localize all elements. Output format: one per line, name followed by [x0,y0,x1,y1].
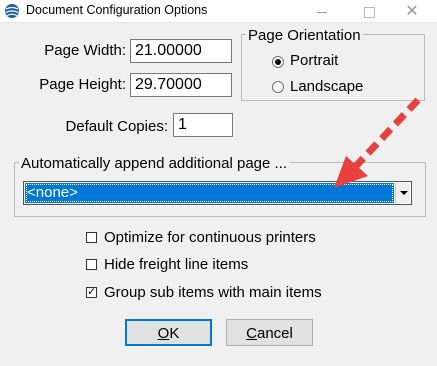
cancel-accel: C [246,325,257,342]
app-globe-icon [5,4,19,18]
cancel-rest: ancel [256,325,293,342]
ok-rest: K [169,325,180,342]
append-page-dropdown[interactable]: <none> [23,181,412,205]
landscape-radio[interactable] [272,81,284,93]
optimize-continuous-label[interactable]: Optimize for continuous printers [104,229,316,246]
group-sub-items-label[interactable]: Group sub items with main items [104,284,322,301]
close-button[interactable]: ✕ [390,0,434,22]
chevron-down-icon[interactable] [395,183,410,203]
cancel-button[interactable]: Cancel [226,319,313,346]
hide-freight-label[interactable]: Hide freight line items [104,256,248,273]
hide-freight-checkbox[interactable] [86,259,97,270]
portrait-radio[interactable] [272,56,284,68]
checkmark-icon: ✓ [87,286,97,298]
window-title: Document Configuration Options [26,3,208,17]
minimize-button[interactable] [300,0,344,22]
maximize-icon [363,6,375,18]
append-page-title: Automatically append additional page ... [19,155,290,172]
default-copies-label: Default Copies: [65,118,168,135]
optimize-continuous-checkbox[interactable] [86,232,97,243]
page-width-field[interactable]: 21.00000 [130,39,232,63]
maximize-button[interactable] [347,0,391,22]
page-width-label: Page Width: [44,42,126,59]
group-sub-items-checkbox[interactable]: ✓ [86,287,97,298]
close-icon: ✕ [405,3,419,20]
ok-button[interactable]: OK [125,319,212,346]
ok-accel: O [157,325,170,342]
page-height-field[interactable]: 29.70000 [130,73,232,97]
page-orientation-title: Page Orientation [246,27,363,44]
portrait-label[interactable]: Portrait [290,52,338,69]
minimize-icon [317,11,327,13]
landscape-label[interactable]: Landscape [290,78,363,95]
title-bar: Document Configuration Options ✕ [0,0,437,23]
default-copies-field[interactable]: 1 [173,113,233,137]
page-height-label: Page Height: [39,76,126,93]
append-page-selected-value: <none> [25,183,394,203]
